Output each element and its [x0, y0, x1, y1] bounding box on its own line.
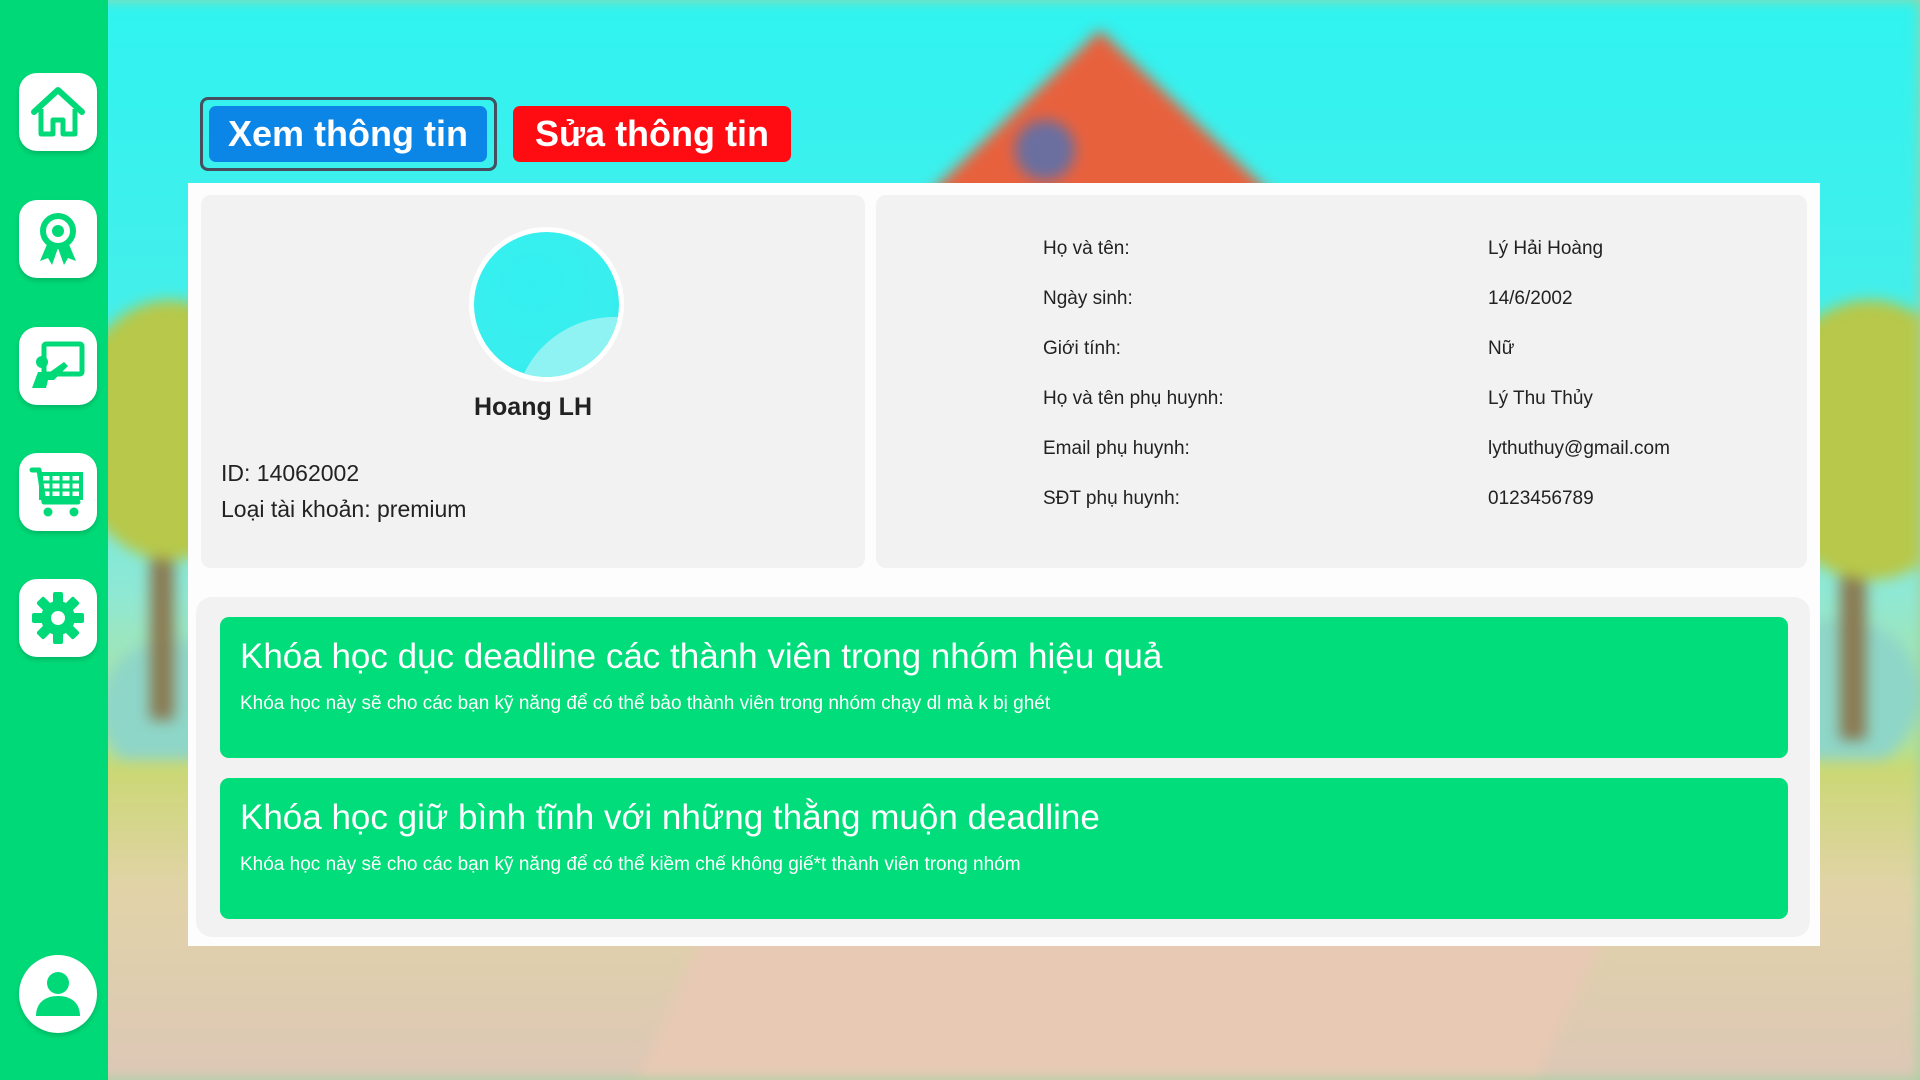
info-row-gender: Giới tính: Nữ — [876, 338, 1807, 368]
info-label: Họ và tên phụ huynh: — [1043, 388, 1224, 409]
profile-id: ID: 14062002 — [221, 460, 360, 486]
info-row-full-name: Họ và tên: Lý Hải Hoàng — [876, 238, 1807, 268]
profile-account-type: Loại tài khoản: premium — [221, 496, 467, 522]
info-card: Họ và tên: Lý Hải Hoàng Ngày sinh: 14/6/… — [876, 195, 1807, 568]
sidebar-item-classroom[interactable] — [19, 327, 97, 405]
course-description: Khóa học này sẽ cho các bạn kỹ năng để c… — [240, 693, 1051, 714]
course-title: Khóa học dục deadline các thành viên tro… — [240, 637, 1163, 676]
info-label: Giới tính: — [1043, 338, 1121, 359]
sidebar — [0, 0, 108, 1080]
course-title: Khóa học giữ bình tĩnh với những thằng m… — [240, 798, 1100, 837]
info-value: 0123456789 — [1488, 488, 1594, 509]
shopping-cart-icon — [29, 467, 83, 517]
info-value: lythuthuy@gmail.com — [1488, 438, 1670, 459]
avatar — [469, 227, 624, 382]
sidebar-item-home[interactable] — [19, 73, 97, 151]
sidebar-item-shop[interactable] — [19, 453, 97, 531]
user-icon — [36, 972, 80, 1016]
course-card[interactable]: Khóa học giữ bình tĩnh với những thằng m… — [220, 778, 1788, 919]
info-value: 14/6/2002 — [1488, 288, 1573, 309]
sidebar-item-achievements[interactable] — [19, 200, 97, 278]
gear-icon — [32, 592, 84, 644]
profile-card: Hoang LH ID: 14062002 Loại tài khoản: pr… — [201, 195, 865, 568]
info-label: Ngày sinh: — [1043, 288, 1133, 309]
tab-edit-info[interactable]: Sửa thông tin — [513, 106, 791, 162]
home-icon — [31, 87, 85, 137]
course-list: Khóa học dục deadline các thành viên tro… — [196, 597, 1810, 937]
info-row-parent-name: Họ và tên phụ huynh: Lý Thu Thủy — [876, 388, 1807, 418]
profile-name: Hoang LH — [473, 393, 593, 421]
info-value: Lý Hải Hoàng — [1488, 238, 1604, 259]
info-label: SĐT phụ huynh: — [1043, 488, 1180, 509]
info-row-birth-date: Ngày sinh: 14/6/2002 — [876, 288, 1807, 318]
info-value: Lý Thu Thủy — [1488, 388, 1593, 409]
tab-view-info[interactable]: Xem thông tin — [209, 106, 487, 162]
sidebar-item-profile[interactable] — [19, 955, 97, 1033]
award-ribbon-icon — [40, 213, 76, 265]
course-card[interactable]: Khóa học dục deadline các thành viên tro… — [220, 617, 1788, 758]
info-label: Email phụ huynh: — [1043, 438, 1190, 459]
info-label: Họ và tên: — [1043, 238, 1130, 259]
info-value: Nữ — [1488, 338, 1515, 359]
info-row-parent-email: Email phụ huynh: lythuthuy@gmail.com — [876, 438, 1807, 468]
course-description: Khóa học này sẽ cho các bạn kỹ năng để c… — [240, 854, 1021, 875]
main-panel: Hoang LH ID: 14062002 Loại tài khoản: pr… — [188, 183, 1820, 946]
classroom-board-icon — [32, 341, 85, 388]
info-row-parent-phone: SĐT phụ huynh: 0123456789 — [876, 488, 1807, 518]
sidebar-item-settings[interactable] — [19, 579, 97, 657]
